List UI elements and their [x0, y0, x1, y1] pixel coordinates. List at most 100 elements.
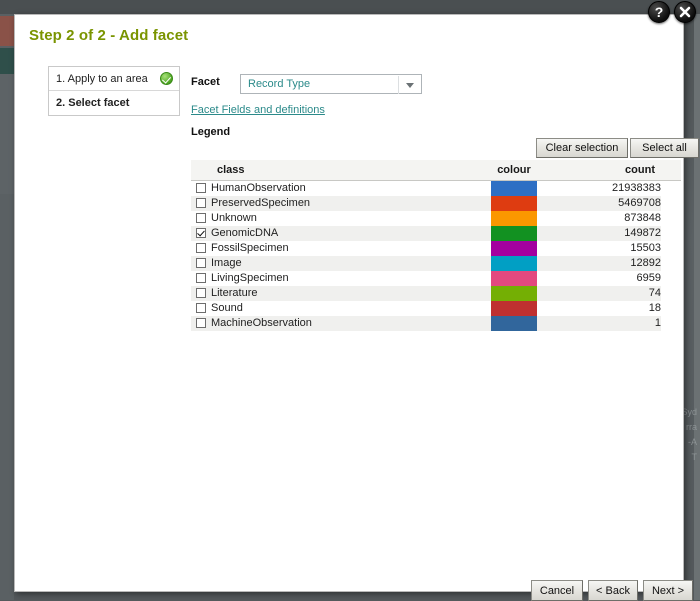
row-spacer-cell: [661, 271, 681, 286]
row-colour-cell: [491, 211, 537, 226]
row-count-value: 6959: [537, 271, 661, 286]
row-spacer-cell: [661, 256, 681, 271]
table-row: LivingSpecimen 6959: [191, 271, 681, 286]
add-facet-dialog: Step 2 of 2 - Add facet 1. Apply to an a…: [14, 14, 684, 592]
colour-swatch: [491, 256, 537, 271]
close-icon[interactable]: [674, 1, 696, 23]
step-item-select-facet[interactable]: 2. Select facet: [49, 91, 179, 115]
background-topbar: [0, 0, 700, 14]
row-checkbox-cell: [191, 271, 211, 286]
row-class-label: MachineObservation: [211, 316, 491, 331]
row-count-value: 15503: [537, 241, 661, 256]
row-checkbox[interactable]: [196, 258, 206, 268]
facet-select[interactable]: Record Type: [240, 74, 422, 94]
step-item-label: 1. Apply to an area: [56, 73, 160, 85]
row-colour-cell: [491, 286, 537, 301]
row-count-value: 5469708: [537, 196, 661, 211]
row-checkbox[interactable]: [196, 183, 206, 193]
cancel-button[interactable]: Cancel: [531, 580, 583, 601]
facet-select-value: Record Type: [248, 78, 310, 90]
colour-swatch: [491, 226, 537, 241]
column-header-checkbox: [191, 160, 211, 180]
row-checkbox[interactable]: [196, 243, 206, 253]
row-spacer-cell: [661, 301, 681, 316]
table-body: HumanObservation21938383PreservedSpecime…: [191, 180, 681, 331]
colour-swatch: [491, 196, 537, 211]
step-item-label: 2. Select facet: [56, 97, 173, 109]
legend-label: Legend: [191, 126, 230, 138]
row-checkbox[interactable]: [196, 198, 206, 208]
row-spacer-cell: [661, 286, 681, 301]
row-class-label: FossilSpecimen: [211, 241, 491, 256]
column-header-spacer: [661, 160, 681, 180]
svg-text:?: ?: [655, 4, 664, 20]
column-header-count: count: [537, 160, 661, 180]
background-accent-b: [0, 48, 14, 74]
clear-selection-button[interactable]: Clear selection: [536, 138, 628, 158]
table-row: PreservedSpecimen 5469708: [191, 196, 681, 211]
facet-fields-and-definitions-link[interactable]: Facet Fields and definitions: [191, 104, 325, 116]
row-checkbox[interactable]: [196, 273, 206, 283]
row-checkbox-cell: [191, 196, 211, 211]
step-item-apply-to-an-area[interactable]: 1. Apply to an area: [49, 67, 179, 91]
row-checkbox[interactable]: [196, 288, 206, 298]
facet-label: Facet: [191, 76, 220, 88]
facet-legend-table: class colour count HumanObservation21938…: [191, 160, 681, 331]
row-count-value: 149872: [537, 226, 661, 241]
table-row: Literature 74: [191, 286, 681, 301]
column-header-class: class: [211, 160, 491, 180]
colour-swatch: [491, 241, 537, 256]
row-class-label: LivingSpecimen: [211, 271, 491, 286]
chevron-down-icon: [406, 83, 414, 88]
page-title: Step 2 of 2 - Add facet: [29, 27, 188, 44]
select-all-button[interactable]: Select all: [630, 138, 699, 158]
row-checkbox[interactable]: [196, 318, 206, 328]
row-spacer-cell: [661, 241, 681, 256]
row-checkbox-cell: [191, 256, 211, 271]
row-count-value: 74: [537, 286, 661, 301]
row-colour-cell: [491, 196, 537, 211]
background-accent-a: [0, 16, 14, 46]
table-header: class colour count: [191, 160, 681, 180]
background-right-edge: [694, 14, 700, 600]
help-icon[interactable]: ?: [648, 1, 670, 23]
row-class-label: Unknown: [211, 211, 491, 226]
row-colour-cell: [491, 241, 537, 256]
next-button[interactable]: Next >: [643, 580, 693, 601]
colour-swatch: [491, 211, 537, 226]
table-row: MachineObservation 1: [191, 316, 681, 331]
row-spacer-cell: [661, 180, 681, 196]
facet-select-divider: [398, 76, 399, 94]
row-count-value: 21938383: [537, 180, 661, 196]
table-row: Image12892: [191, 256, 681, 271]
row-spacer-cell: [661, 316, 681, 331]
table-row: FossilSpecimen 15503: [191, 241, 681, 256]
row-spacer-cell: [661, 211, 681, 226]
row-checkbox-cell: [191, 241, 211, 256]
back-button[interactable]: < Back: [588, 580, 638, 601]
row-checkbox[interactable]: [196, 303, 206, 313]
colour-swatch: [491, 316, 537, 331]
table-row: Sound 18: [191, 301, 681, 316]
row-class-label: Sound: [211, 301, 491, 316]
row-class-label: Literature: [211, 286, 491, 301]
row-colour-cell: [491, 316, 537, 331]
row-checkbox-cell: [191, 316, 211, 331]
row-checkbox-cell: [191, 301, 211, 316]
column-header-colour: colour: [491, 160, 537, 180]
check-circle-icon: [160, 72, 173, 85]
row-colour-cell: [491, 301, 537, 316]
row-count-value: 1: [537, 316, 661, 331]
row-checkbox[interactable]: [196, 213, 206, 223]
table-row: HumanObservation21938383: [191, 180, 681, 196]
background-accent-c: [0, 74, 14, 194]
row-class-label: PreservedSpecimen: [211, 196, 491, 211]
row-count-value: 18: [537, 301, 661, 316]
row-checkbox[interactable]: [196, 228, 206, 238]
row-count-value: 12892: [537, 256, 661, 271]
row-checkbox-cell: [191, 180, 211, 196]
row-spacer-cell: [661, 226, 681, 241]
colour-swatch: [491, 181, 537, 196]
table-row: Unknown873848: [191, 211, 681, 226]
table-header-row: class colour count: [191, 160, 681, 180]
